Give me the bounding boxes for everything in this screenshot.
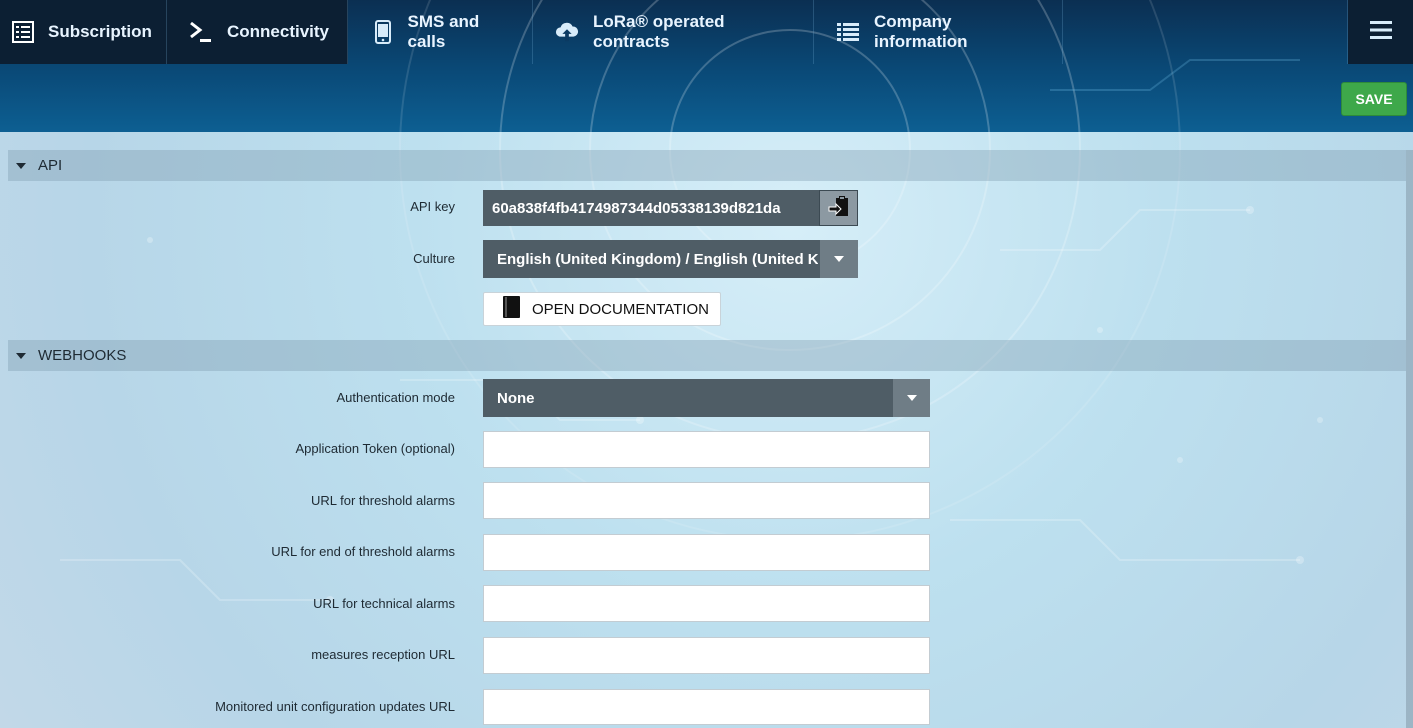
measures-reception-url-input[interactable] xyxy=(483,637,930,674)
application-token-label: Application Token (optional) xyxy=(295,441,455,456)
authentication-mode-label: Authentication mode xyxy=(336,390,455,405)
mobile-phone-icon xyxy=(372,20,394,44)
top-navigation: Subscription Connectivity SMS and calls … xyxy=(0,0,1413,64)
technical-alarms-url-input[interactable] xyxy=(483,585,930,622)
tab-company-information[interactable]: Company information xyxy=(814,0,1063,64)
chevron-down-icon xyxy=(834,256,844,262)
authentication-mode-dropdown-toggle[interactable] xyxy=(893,379,930,417)
application-token-input[interactable] xyxy=(483,431,930,468)
section-header-webhooks[interactable]: WEBHOOKS xyxy=(8,340,1406,371)
end-threshold-alarms-url-label: URL for end of threshold alarms xyxy=(271,544,455,559)
hamburger-menu-icon xyxy=(1369,19,1393,46)
open-documentation-button[interactable]: OPEN DOCUMENTATION xyxy=(483,292,721,326)
culture-value: English (United Kingdom) / English (Unit… xyxy=(497,250,818,268)
nav-spacer xyxy=(1063,0,1348,64)
authentication-mode-select[interactable]: None xyxy=(483,379,930,417)
technical-alarms-url-label: URL for technical alarms xyxy=(313,596,455,611)
chevron-down-icon xyxy=(906,395,917,401)
culture-label: Culture xyxy=(413,251,455,266)
clipboard-paste-icon xyxy=(828,194,850,222)
tab-label: Company information xyxy=(874,12,968,51)
culture-select[interactable]: English (United Kingdom) / English (Unit… xyxy=(483,240,858,278)
monitored-unit-config-url-input[interactable] xyxy=(483,689,930,725)
list-icon xyxy=(836,20,860,44)
terminal-icon xyxy=(189,20,213,44)
collapse-caret-icon xyxy=(16,162,26,169)
api-key-field[interactable]: 60a838f4fb4174987344d05338139d821da xyxy=(483,190,858,226)
tab-label: SMS and calls xyxy=(407,12,480,51)
end-threshold-alarms-url-input[interactable] xyxy=(483,534,930,571)
main-menu-button[interactable] xyxy=(1348,0,1413,64)
copy-api-key-button[interactable] xyxy=(819,190,858,226)
threshold-alarms-url-input[interactable] xyxy=(483,482,930,519)
vertical-scrollbar[interactable] xyxy=(1406,150,1413,728)
tab-subscription[interactable]: Subscription xyxy=(0,0,167,64)
book-icon xyxy=(500,295,522,323)
monitored-unit-config-url-label: Monitored unit configuration updates URL xyxy=(215,699,455,714)
tab-lora-operated-contracts[interactable]: LoRa® operated contracts xyxy=(533,0,814,64)
tab-connectivity[interactable]: Connectivity xyxy=(167,0,348,64)
threshold-alarms-url-label: URL for threshold alarms xyxy=(310,493,455,508)
tab-label: Subscription xyxy=(48,22,152,41)
api-key-value: 60a838f4fb4174987344d05338139d821da xyxy=(492,199,781,217)
authentication-mode-value: None xyxy=(497,389,535,407)
section-header-api[interactable]: API xyxy=(8,150,1406,181)
list-document-icon xyxy=(12,20,34,44)
api-key-label: API key xyxy=(410,199,455,214)
culture-dropdown-toggle[interactable] xyxy=(820,240,858,278)
section-title: WEBHOOKS xyxy=(38,347,127,364)
section-title: API xyxy=(38,157,63,174)
tab-sms-and-calls[interactable]: SMS and calls xyxy=(348,0,533,64)
tab-label: LoRa® operated contracts xyxy=(593,12,725,51)
open-documentation-label: OPEN DOCUMENTATION xyxy=(532,300,709,318)
collapse-caret-icon xyxy=(16,352,26,359)
save-button[interactable]: SAVE xyxy=(1341,82,1407,116)
tab-label: Connectivity xyxy=(227,22,330,41)
measures-reception-url-label: measures reception URL xyxy=(311,647,455,662)
cloud-upload-icon xyxy=(555,20,579,44)
